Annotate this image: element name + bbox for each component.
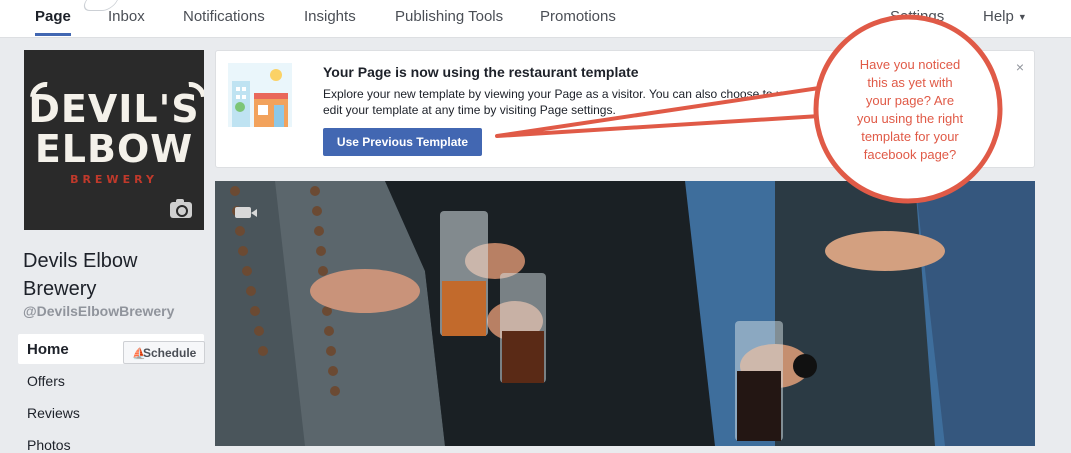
tab-settings[interactable]: Settings — [890, 0, 944, 36]
sidebar-item-offers[interactable]: Offers — [27, 373, 65, 389]
logo-text-line3: BREWERY — [70, 173, 158, 186]
tab-publishing-tools[interactable]: Publishing Tools — [395, 0, 503, 36]
notice-body: Explore your new template by viewing you… — [323, 86, 823, 118]
video-icon — [235, 207, 257, 218]
logo-text-line2: ELBOW — [34, 127, 194, 171]
page-top-navigation: Page Inbox Notifications Insights Publis… — [0, 0, 1071, 38]
page-title: Devils Elbow Brewery — [23, 247, 203, 303]
tab-notifications[interactable]: Notifications — [183, 0, 265, 36]
chevron-down-icon: ▼ — [1017, 12, 1027, 23]
template-notice-card: Your Page is now using the restaurant te… — [215, 50, 1035, 168]
help-label: Help — [983, 8, 1014, 25]
page-title-line1: Devils Elbow — [23, 250, 138, 272]
sidebar-item-label: Home — [27, 341, 69, 358]
camera-icon[interactable] — [170, 199, 192, 218]
cover-photo-image — [215, 181, 1035, 446]
schedule-label: Schedule — [143, 346, 197, 360]
tab-insights[interactable]: Insights — [304, 0, 356, 36]
schedule-button[interactable]: ⛵Schedule — [123, 341, 205, 364]
storefront-illustration — [228, 63, 292, 127]
close-icon[interactable]: × — [1016, 59, 1024, 75]
notice-title: Your Page is now using the restaurant te… — [323, 64, 639, 80]
profile-picture[interactable]: DEVIL'S ELBOW BREWERY — [24, 50, 204, 230]
tab-page[interactable]: Page — [35, 0, 71, 36]
notice-body-line2: edit your template at any time by visiti… — [323, 103, 616, 117]
tab-help[interactable]: Help ▼ — [983, 0, 1027, 36]
page-username[interactable]: @DevilsElbowBrewery — [23, 303, 174, 319]
sidebar-item-reviews[interactable]: Reviews — [27, 405, 80, 421]
cover-photo[interactable] — [215, 181, 1035, 446]
page-title-line2: Brewery — [23, 278, 97, 300]
use-previous-template-button[interactable]: Use Previous Template — [323, 128, 482, 156]
notice-body-line1: Explore your new template by viewing you… — [323, 87, 789, 101]
schedule-icon: ⛵ — [132, 348, 146, 360]
sidebar-item-photos[interactable]: Photos — [27, 437, 71, 453]
tab-promotions[interactable]: Promotions — [540, 0, 616, 36]
